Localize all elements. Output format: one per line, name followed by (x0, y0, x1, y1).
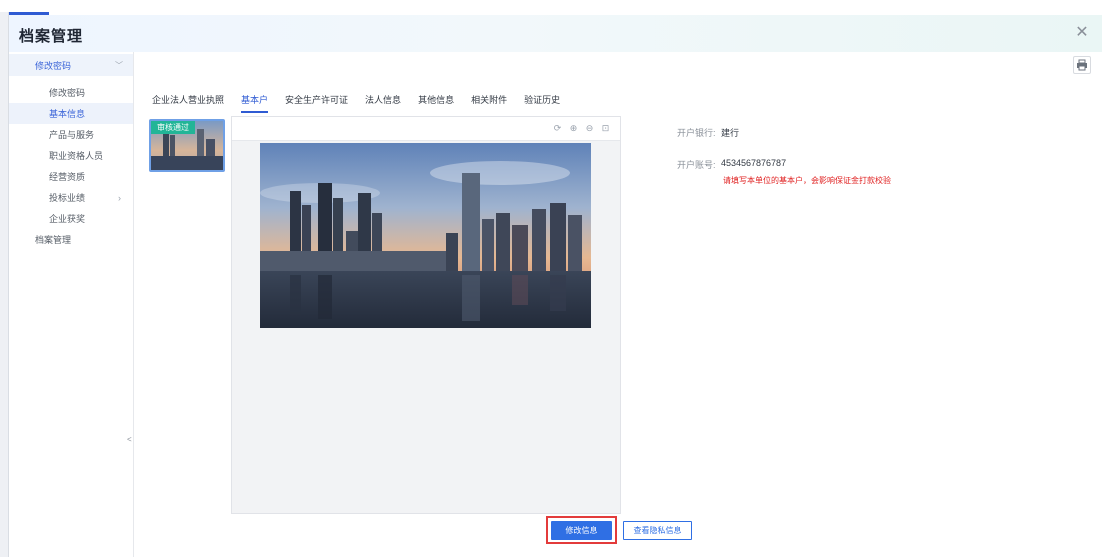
bank-row: 开户银行: 建行 (677, 126, 786, 139)
sidebar-item-label: 投标业绩 (49, 193, 86, 203)
tab-bar: 企业法人营业执照 基本户 安全生产许可证 法人信息 其他信息 相关附件 验证历史 (152, 93, 577, 113)
tab-safety-permit[interactable]: 安全生产许可证 (285, 93, 348, 113)
bank-value: 建行 (721, 128, 740, 138)
print-icon[interactable] (1073, 56, 1091, 74)
account-row: 开户账号: 4534567876787 (677, 158, 786, 171)
sidebar-item-label: 修改密码 (49, 88, 86, 98)
fit-screen-icon[interactable]: ⊡ (600, 123, 611, 134)
sidebar-item-change-password[interactable]: 修改密码 (9, 82, 133, 103)
chevron-right-icon: › (118, 192, 121, 203)
sidebar-item-label: 职业资格人员 (49, 151, 104, 161)
sidebar-item-label: 企业获奖 (49, 214, 86, 224)
left-edge-strip (0, 12, 9, 557)
warning-text: 请填写本单位的基本户，会影响保证金打款校验 (723, 176, 891, 185)
sidebar-item-qualified-staff[interactable]: 职业资格人员 (9, 145, 133, 166)
sidebar-collapse-button[interactable]: < (127, 435, 132, 444)
zoom-in-icon[interactable]: ⊕ (568, 123, 579, 134)
tab-basic-account[interactable]: 基本户 (241, 93, 269, 113)
sidebar-item-awards[interactable]: 企业获奖 (9, 208, 133, 229)
tab-legal-person[interactable]: 法人信息 (365, 93, 401, 113)
view-private-info-button[interactable]: 查看隐私信息 (623, 521, 692, 540)
image-thumbnail[interactable]: 审核通过 (149, 119, 225, 172)
viewer-toolbar: ⟳ ⊕ ⊖ ⊡ (232, 117, 620, 141)
tab-attachments[interactable]: 相关附件 (471, 93, 507, 113)
close-icon[interactable]: ✕ (1072, 23, 1092, 43)
sidebar-group-change-password[interactable]: 修改密码 ﹀ (9, 54, 133, 76)
sidebar-item-products-services[interactable]: 产品与服务 (9, 124, 133, 145)
sidebar-item-bid-performance[interactable]: 投标业绩 › (9, 187, 133, 208)
sidebar: 修改密码 ﹀ 修改密码 基本信息 产品与服务 职业资格人员 经营资质 投标业绩 … (9, 52, 134, 557)
account-label: 开户账号: (677, 160, 716, 170)
window-title: 档案管理 (19, 28, 84, 45)
sidebar-item-label: 产品与服务 (49, 130, 95, 140)
sidebar-item-label: 档案管理 (35, 235, 72, 245)
tab-other-info[interactable]: 其他信息 (418, 93, 454, 113)
sidebar-item-archive-management[interactable]: 档案管理 (9, 229, 133, 250)
document-image (260, 143, 591, 328)
edit-info-button[interactable]: 修改信息 (551, 521, 612, 540)
rotate-icon[interactable]: ⟳ (552, 123, 563, 134)
sidebar-item-basic-info[interactable]: 基本信息 (9, 103, 133, 124)
zoom-out-icon[interactable]: ⊖ (584, 123, 595, 134)
sidebar-item-business-qualifications[interactable]: 经营资质 (9, 166, 133, 187)
chevron-down-icon: ﹀ (115, 60, 123, 70)
window-header: 档案管理 ✕ (9, 15, 1102, 52)
status-badge: 审核通过 (151, 121, 195, 134)
bank-label: 开户银行: (677, 128, 716, 138)
image-viewer: ⟳ ⊕ ⊖ ⊡ (231, 116, 621, 514)
sidebar-item-label: 基本信息 (49, 109, 86, 119)
tab-verification-history[interactable]: 验证历史 (524, 93, 560, 113)
tab-business-license[interactable]: 企业法人营业执照 (152, 93, 224, 113)
account-value: 4534567876787 (721, 158, 787, 168)
sidebar-group-label: 修改密码 (35, 60, 72, 71)
sidebar-item-label: 经营资质 (49, 172, 86, 182)
archive-window: 档案管理 ✕ 修改密码 ﹀ 修改密码 基本信息 产品与服务 职业资格人员 经营资… (0, 0, 1102, 557)
